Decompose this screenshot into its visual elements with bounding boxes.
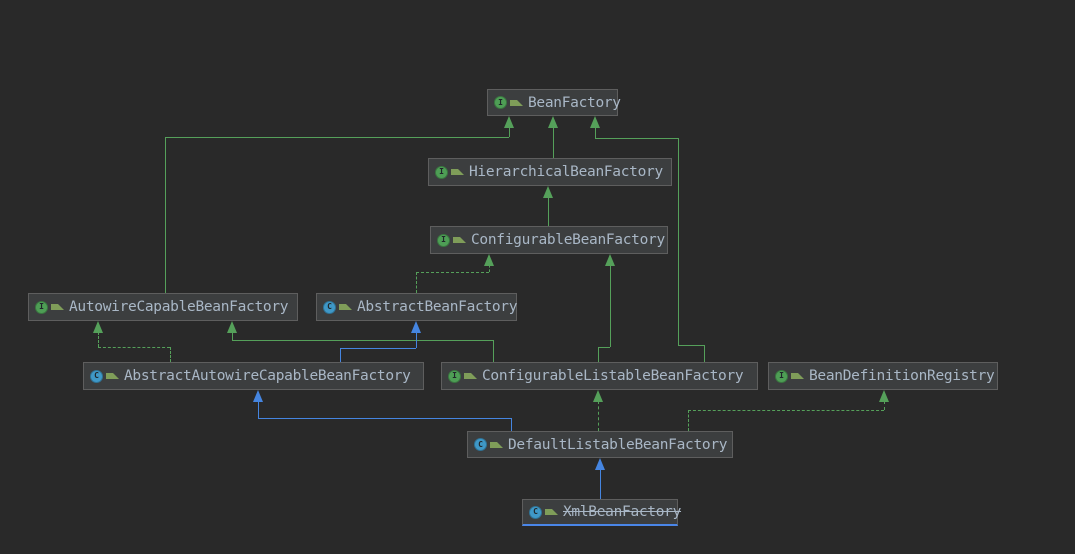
edge-extends-segment bbox=[598, 347, 599, 362]
edge-implements-segment bbox=[416, 272, 489, 273]
class-node-XmlBeanFactory[interactable]: C XmlBeanFactory bbox=[522, 499, 682, 526]
node-label: XmlBeanFactory bbox=[563, 504, 682, 520]
extends-arrowhead-icon bbox=[595, 458, 605, 470]
node-label: DefaultListableBeanFactory bbox=[508, 436, 728, 453]
edge-implements-segment bbox=[98, 347, 170, 348]
edge-implements-segment bbox=[598, 401, 599, 431]
edge-extends-segment bbox=[165, 137, 509, 138]
node-label: AbstractBeanFactory bbox=[357, 299, 518, 315]
node-label: BeanDefinitionRegistry bbox=[809, 368, 995, 384]
edge-extends-segment bbox=[610, 265, 611, 347]
node-label: BeanFactory bbox=[528, 94, 621, 111]
extends-arrowhead-icon bbox=[605, 254, 615, 266]
extends-arrowhead-icon bbox=[548, 116, 558, 128]
edge-implements-segment bbox=[688, 410, 884, 411]
interface-icon: I bbox=[448, 369, 461, 383]
node-label: AutowireCapableBeanFactory bbox=[69, 299, 289, 315]
edge-extends-segment bbox=[340, 348, 341, 362]
node-label: AbstractAutowireCapableBeanFactory bbox=[124, 368, 411, 384]
expand-arrow-icon bbox=[51, 304, 64, 310]
extends-arrowhead-icon bbox=[227, 321, 237, 333]
implements-arrowhead-icon bbox=[484, 254, 494, 266]
extends-arrowhead-icon bbox=[253, 390, 263, 402]
class-node-DefaultListableBeanFactory[interactable]: C DefaultListableBeanFactory bbox=[467, 431, 733, 458]
interface-node-ConfigurableListableBeanFactory[interactable]: I ConfigurableListableBeanFactory bbox=[441, 362, 758, 390]
interface-icon: I bbox=[775, 369, 788, 383]
expand-arrow-icon bbox=[339, 304, 352, 310]
interface-node-AutowireCapableBeanFactory[interactable]: I AutowireCapableBeanFactory bbox=[28, 293, 298, 321]
edge-extends-segment bbox=[600, 469, 601, 499]
interface-node-ConfigurableBeanFactory[interactable]: I ConfigurableBeanFactory bbox=[430, 226, 668, 254]
class-node-AbstractAutowireCapableBeanFactory[interactable]: C AbstractAutowireCapableBeanFactory bbox=[83, 362, 424, 390]
interface-node-BeanDefinitionRegistry[interactable]: I BeanDefinitionRegistry bbox=[768, 362, 998, 390]
class-icon: C bbox=[529, 505, 542, 519]
implements-arrowhead-icon bbox=[593, 390, 603, 402]
interface-icon: I bbox=[435, 165, 448, 179]
class-icon: C bbox=[474, 438, 487, 451]
node-label: ConfigurableListableBeanFactory bbox=[482, 368, 744, 384]
edge-implements-segment bbox=[416, 272, 417, 293]
edge-extends-segment bbox=[595, 138, 678, 139]
edge-extends-segment bbox=[493, 340, 494, 362]
class-diagram-canvas: I BeanFactory I HierarchicalBeanFactory I Con… bbox=[0, 0, 1075, 554]
edge-extends-segment bbox=[165, 137, 166, 293]
edge-implements-segment bbox=[98, 332, 99, 347]
class-icon: C bbox=[323, 300, 336, 314]
extends-arrowhead-icon bbox=[504, 116, 514, 128]
edge-implements-segment bbox=[884, 401, 885, 410]
edge-extends-segment bbox=[548, 197, 549, 226]
class-icon: C bbox=[90, 369, 103, 383]
edge-extends-segment bbox=[232, 332, 233, 340]
interface-node-HierarchicalBeanFactory[interactable]: I HierarchicalBeanFactory bbox=[428, 158, 672, 186]
edge-extends-segment bbox=[509, 127, 510, 137]
implements-arrowhead-icon bbox=[93, 321, 103, 333]
edge-extends-segment bbox=[553, 127, 554, 158]
edge-extends-segment bbox=[340, 348, 416, 349]
expand-arrow-icon bbox=[791, 373, 804, 379]
expand-arrow-icon bbox=[106, 373, 119, 379]
interface-icon: I bbox=[494, 96, 507, 109]
interface-node-BeanFactory[interactable]: I BeanFactory bbox=[487, 89, 621, 116]
edge-extends-segment bbox=[678, 138, 679, 345]
edge-extends-segment bbox=[258, 401, 259, 418]
edge-extends-segment bbox=[232, 340, 493, 341]
edge-extends-segment bbox=[704, 345, 705, 362]
edge-implements-segment bbox=[688, 410, 689, 431]
edge-extends-segment bbox=[598, 347, 610, 348]
expand-arrow-icon bbox=[545, 509, 558, 515]
expand-arrow-icon bbox=[451, 169, 464, 175]
interface-icon: I bbox=[437, 233, 450, 247]
edge-extends-segment bbox=[511, 418, 512, 431]
edge-implements-segment bbox=[489, 265, 490, 272]
node-label: HierarchicalBeanFactory bbox=[469, 164, 663, 180]
expand-arrow-icon bbox=[453, 237, 466, 243]
edge-extends-segment bbox=[258, 418, 511, 419]
edge-implements-segment bbox=[170, 347, 171, 362]
expand-arrow-icon bbox=[510, 99, 523, 106]
extends-arrowhead-icon bbox=[590, 116, 600, 128]
expand-arrow-icon bbox=[490, 441, 503, 448]
interface-icon: I bbox=[35, 300, 48, 314]
node-label: ConfigurableBeanFactory bbox=[471, 232, 665, 248]
extends-arrowhead-icon bbox=[411, 321, 421, 333]
expand-arrow-icon bbox=[464, 373, 477, 379]
edge-extends-segment bbox=[678, 345, 704, 346]
edge-extends-segment bbox=[595, 127, 596, 138]
implements-arrowhead-icon bbox=[879, 390, 889, 402]
edge-extends-segment bbox=[416, 332, 417, 348]
class-node-AbstractBeanFactory[interactable]: C AbstractBeanFactory bbox=[316, 293, 517, 321]
extends-arrowhead-icon bbox=[543, 186, 553, 198]
